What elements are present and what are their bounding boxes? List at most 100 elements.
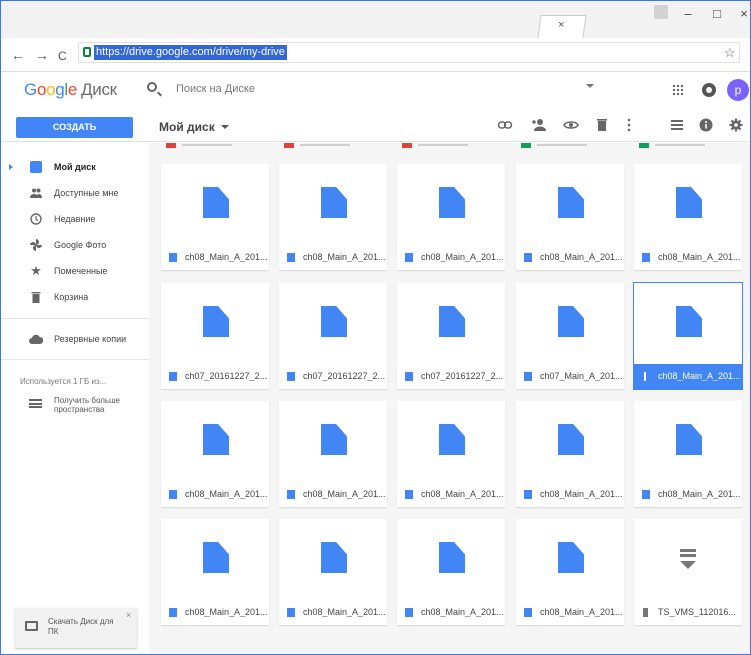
file-tile[interactable]: ch08_Main_A_201... bbox=[516, 519, 624, 625]
file-thumbnail[interactable] bbox=[516, 519, 624, 600]
search-box[interactable]: Поиск на Диске bbox=[144, 78, 612, 102]
avatar[interactable]: p bbox=[727, 79, 749, 101]
file-thumbnail[interactable] bbox=[516, 283, 624, 364]
file-thumbnail[interactable] bbox=[397, 519, 505, 600]
file-tile[interactable]: ch08_Main_A_201... bbox=[397, 519, 505, 625]
file-thumbnail[interactable] bbox=[634, 401, 742, 482]
file-tile[interactable]: ch08_Main_A_201... bbox=[161, 519, 269, 625]
file-thumbnail[interactable] bbox=[161, 401, 269, 482]
file-footer[interactable]: ch07_20161227_2... bbox=[161, 364, 269, 389]
file-footer[interactable]: ch08_Main_A_201... bbox=[516, 482, 624, 507]
file-thumbnail[interactable] bbox=[516, 401, 624, 482]
forward-button[interactable]: → bbox=[35, 47, 49, 63]
maximize-button[interactable]: □ bbox=[707, 6, 727, 22]
sidebar-item-backups[interactable]: Резервные копии bbox=[1, 327, 149, 353]
file-tile[interactable]: ch08_Main_A_201... bbox=[161, 164, 269, 270]
info-icon[interactable] bbox=[698, 117, 714, 133]
search-input[interactable]: Поиск на Диске bbox=[176, 83, 255, 95]
apps-grid-icon[interactable] bbox=[672, 84, 684, 96]
file-footer[interactable]: ch08_Main_A_201... bbox=[161, 482, 269, 507]
reload-button[interactable]: C bbox=[58, 48, 67, 64]
partial-file-tile[interactable] bbox=[276, 143, 384, 151]
file-footer[interactable]: ch08_Main_A_201... bbox=[279, 245, 387, 270]
file-tile[interactable]: ch08_Main_A_201... bbox=[279, 519, 387, 625]
file-tile[interactable]: ch07_20161227_2... bbox=[279, 283, 387, 389]
file-footer[interactable]: ch08_Main_A_201... bbox=[634, 482, 742, 507]
file-thumbnail[interactable] bbox=[161, 164, 269, 245]
minimize-button[interactable]: – bbox=[678, 6, 698, 22]
list-view-icon[interactable] bbox=[669, 117, 685, 133]
notifications-icon[interactable] bbox=[702, 83, 716, 97]
file-thumbnail[interactable] bbox=[397, 401, 505, 482]
file-footer[interactable]: ch08_Main_A_201... bbox=[634, 245, 742, 270]
sidebar-item-trash[interactable]: Корзина bbox=[1, 285, 149, 311]
back-button[interactable]: ← bbox=[11, 47, 25, 63]
file-footer[interactable]: ch08_Main_A_201... bbox=[397, 482, 505, 507]
file-tile[interactable]: ch08_Main_A_201... bbox=[634, 401, 742, 507]
share-add-person-icon[interactable] bbox=[531, 117, 547, 133]
search-options-icon[interactable] bbox=[586, 84, 594, 88]
google-drive-logo[interactable]: Google Диск bbox=[24, 80, 117, 100]
file-tile[interactable]: ch08_Main_A_201... bbox=[279, 401, 387, 507]
file-tile[interactable]: ch07_20161227_2... bbox=[161, 283, 269, 389]
sidebar-item-my-drive[interactable]: Мой диск bbox=[1, 155, 149, 181]
link-icon[interactable] bbox=[497, 117, 513, 133]
download-drive-card[interactable]: Скачать Диск для ПК × bbox=[15, 608, 137, 648]
file-footer[interactable]: ch08_Main_A_201... bbox=[516, 245, 624, 270]
more-actions-icon[interactable] bbox=[621, 117, 637, 133]
close-icon[interactable]: × bbox=[126, 610, 131, 620]
partial-file-tile[interactable] bbox=[513, 143, 621, 151]
bookmark-star-icon[interactable]: ☆ bbox=[724, 45, 736, 61]
file-thumbnail[interactable] bbox=[161, 283, 269, 364]
file-thumbnail[interactable] bbox=[279, 519, 387, 600]
file-footer[interactable]: ch08_Main_A_201... bbox=[279, 600, 387, 625]
file-thumbnail[interactable] bbox=[397, 283, 505, 364]
sidebar-item-photos[interactable]: Google Фото bbox=[1, 233, 149, 259]
file-tile[interactable]: ch08_Main_A_201... bbox=[161, 401, 269, 507]
chrome-menu-icon[interactable]: ⋮ bbox=[746, 45, 750, 59]
file-thumbnail[interactable] bbox=[397, 164, 505, 245]
file-tile[interactable]: ch08_Main_A_201... bbox=[279, 164, 387, 270]
partial-file-tile[interactable] bbox=[631, 143, 739, 151]
close-window-button[interactable]: × bbox=[734, 6, 750, 22]
file-tile[interactable]: ch08_Main_A_201... bbox=[516, 401, 624, 507]
file-tile[interactable]: ch07_20161227_2... bbox=[397, 283, 505, 389]
file-tile[interactable]: ch08_Main_A_201... bbox=[397, 401, 505, 507]
expand-arrow-icon[interactable] bbox=[9, 164, 13, 170]
file-footer[interactable]: ch08_Main_A_201... bbox=[516, 600, 624, 625]
file-thumbnail[interactable] bbox=[279, 401, 387, 482]
file-tile[interactable]: ch08_Main_A_201... bbox=[634, 283, 742, 389]
sidebar-item-shared[interactable]: Доступные мне bbox=[1, 181, 149, 207]
partial-file-tile[interactable] bbox=[394, 143, 502, 151]
sidebar-item-recent[interactable]: Недавние bbox=[1, 207, 149, 233]
file-thumbnail[interactable] bbox=[279, 283, 387, 364]
partial-file-tile[interactable] bbox=[158, 143, 266, 151]
file-footer[interactable]: ch08_Main_A_201... bbox=[634, 364, 742, 389]
get-more-storage-link[interactable]: Получить больше пространства bbox=[54, 396, 134, 414]
file-footer[interactable]: ch08_Main_A_201... bbox=[161, 245, 269, 270]
file-thumbnail[interactable] bbox=[634, 164, 742, 245]
download-drive-text[interactable]: Скачать Диск для ПК bbox=[48, 617, 120, 637]
file-tile[interactable]: ch07_Main_A_201... bbox=[516, 283, 624, 389]
file-tile[interactable]: TS_VMS_112016... bbox=[634, 519, 742, 625]
file-thumbnail[interactable] bbox=[634, 519, 742, 600]
profile-badge-icon[interactable] bbox=[654, 5, 668, 19]
preview-eye-icon[interactable] bbox=[563, 117, 579, 133]
file-footer[interactable]: TS_VMS_112016... bbox=[634, 600, 742, 625]
file-footer[interactable]: ch08_Main_A_201... bbox=[161, 600, 269, 625]
url-text[interactable]: https://drive.google.com/drive/my-drive bbox=[94, 45, 287, 60]
file-tile[interactable]: ch08_Main_A_201... bbox=[397, 164, 505, 270]
file-footer[interactable]: ch07_20161227_2... bbox=[397, 364, 505, 389]
breadcrumb[interactable]: Мой диск bbox=[159, 120, 229, 134]
create-button[interactable]: СОЗДАТЬ bbox=[16, 117, 133, 138]
file-footer[interactable]: ch08_Main_A_201... bbox=[279, 482, 387, 507]
sidebar-item-starred[interactable]: ★ Помеченные bbox=[1, 259, 149, 285]
settings-gear-icon[interactable] bbox=[728, 117, 744, 133]
file-tile[interactable]: ch08_Main_A_201... bbox=[516, 164, 624, 270]
file-footer[interactable]: ch07_20161227_2... bbox=[279, 364, 387, 389]
file-thumbnail[interactable] bbox=[279, 164, 387, 245]
file-thumbnail[interactable] bbox=[634, 283, 742, 364]
file-footer[interactable]: ch08_Main_A_201... bbox=[397, 245, 505, 270]
search-icon[interactable] bbox=[147, 82, 157, 92]
file-footer[interactable]: ch07_Main_A_201... bbox=[516, 364, 624, 389]
